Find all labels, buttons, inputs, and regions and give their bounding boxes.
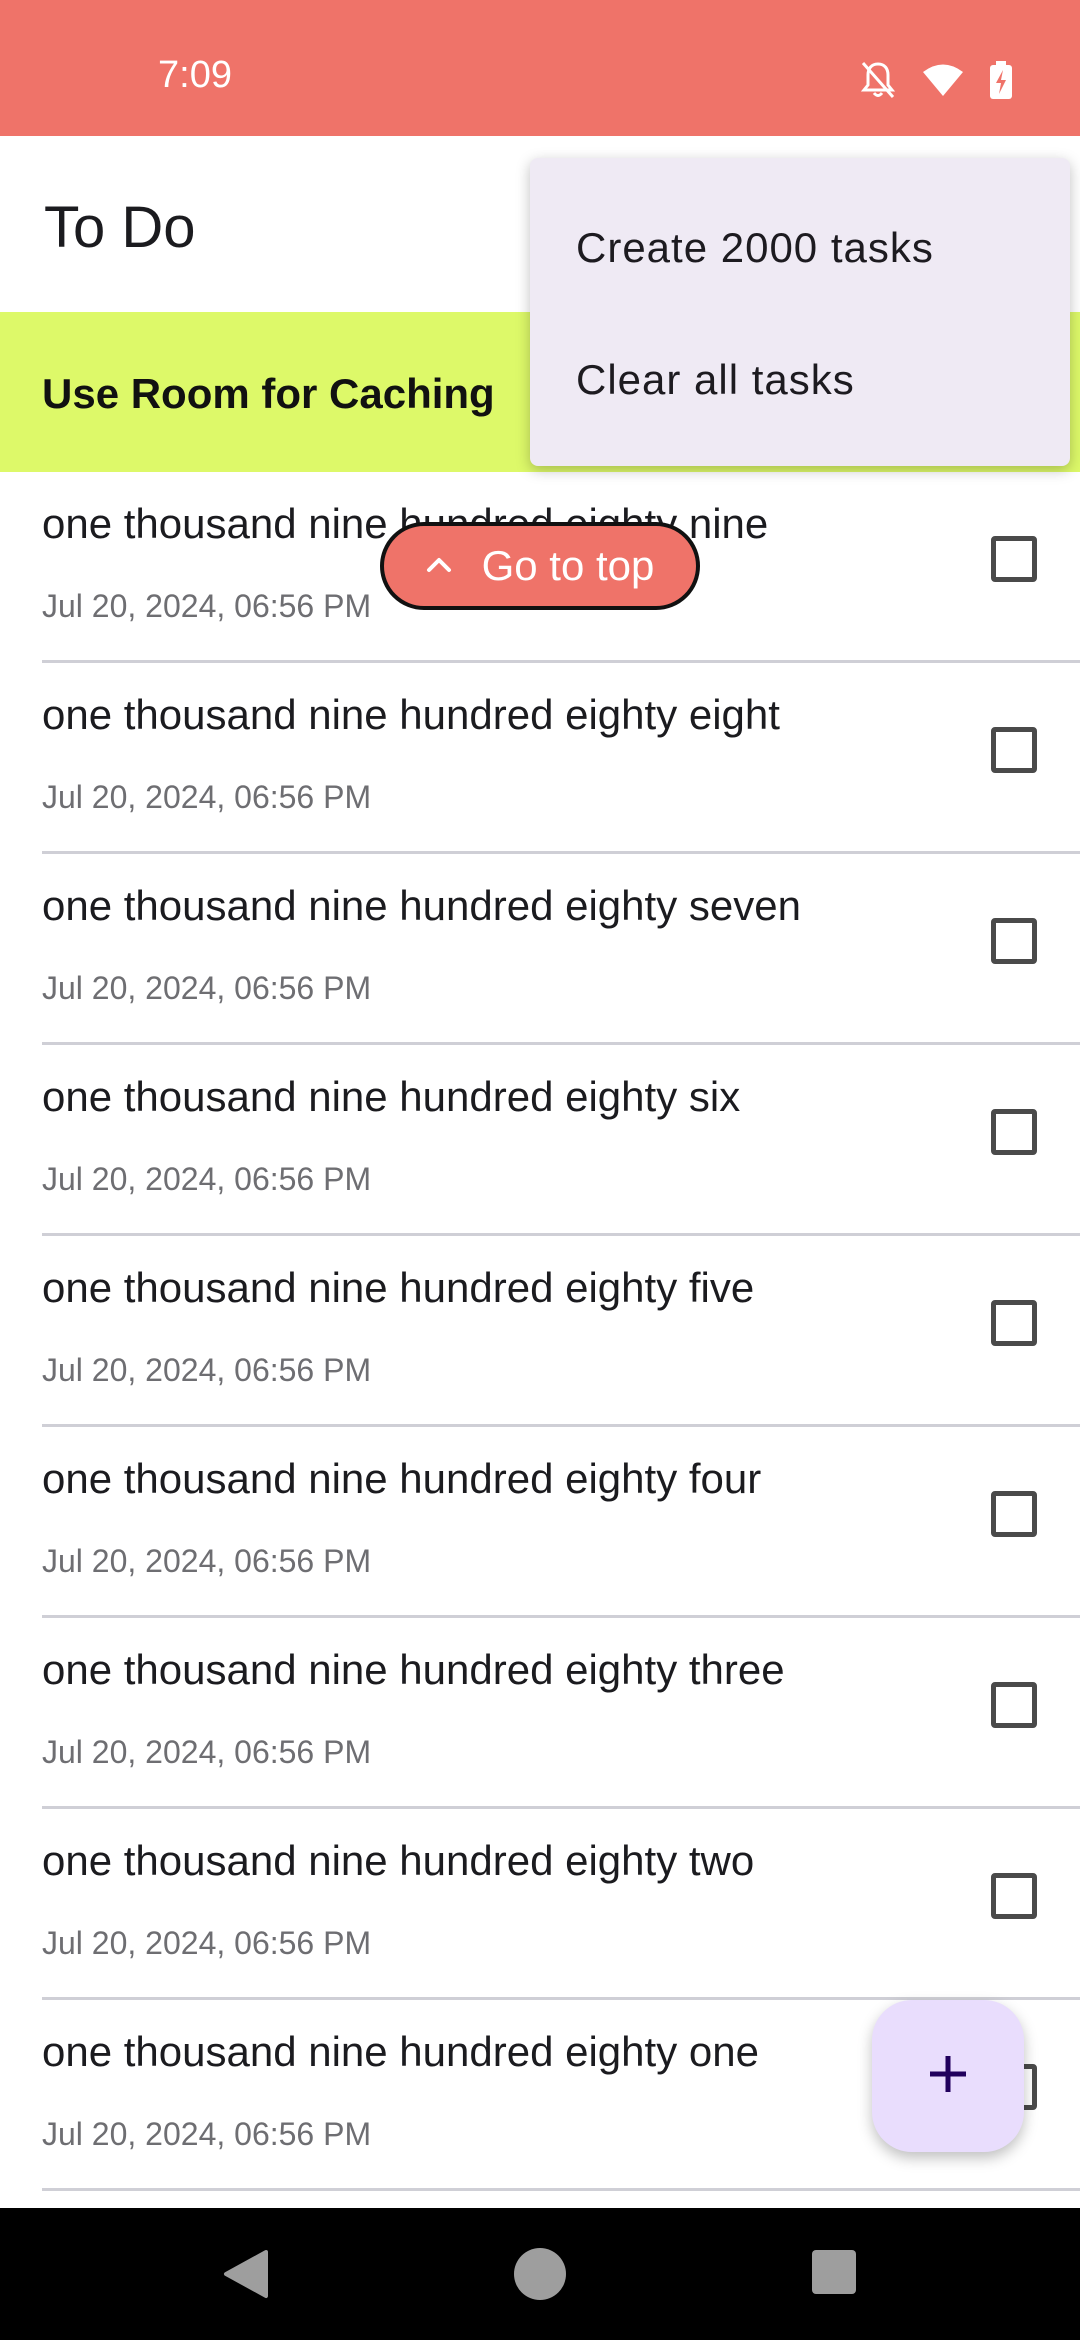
task-row[interactable]: one thousand nine hundred eighty five Ju…: [0, 1236, 1080, 1427]
task-checkbox[interactable]: [991, 1109, 1037, 1155]
chevron-up-icon: [426, 555, 452, 578]
task-checkbox[interactable]: [991, 1300, 1037, 1346]
task-date: Jul 20, 2024, 06:56 PM: [42, 1734, 372, 1770]
task-title: one thousand nine hundred eighty eight: [42, 691, 780, 738]
home-icon[interactable]: [514, 2248, 566, 2300]
task-title: one thousand nine hundred eighty three: [42, 1646, 785, 1693]
status-time: 7:09: [158, 54, 232, 96]
overflow-menu: Create 2000 tasks Clear all tasks: [530, 158, 1070, 466]
task-checkbox[interactable]: [991, 727, 1037, 773]
recents-icon[interactable]: [812, 2250, 856, 2294]
task-row[interactable]: one thousand nine hundred eighty four Ju…: [0, 1427, 1080, 1618]
go-to-top-label: Go to top: [481, 542, 655, 589]
task-date: Jul 20, 2024, 06:56 PM: [42, 2116, 372, 2152]
task-checkbox[interactable]: [991, 1682, 1037, 1728]
task-date: Jul 20, 2024, 06:56 PM: [42, 970, 372, 1006]
task-checkbox[interactable]: [991, 1873, 1037, 1919]
task-date: Jul 20, 2024, 06:56 PM: [42, 779, 372, 815]
add-task-button[interactable]: [872, 2000, 1024, 2152]
task-row[interactable]: one thousand nine hundred eighty two Jul…: [0, 1809, 1080, 2000]
task-title: one thousand nine hundred eighty six: [42, 1073, 741, 1120]
status-bar: 7:09: [0, 0, 1080, 136]
menu-item-create-tasks[interactable]: Create 2000 tasks: [576, 224, 934, 272]
wifi-icon: [922, 63, 964, 97]
task-row[interactable]: one thousand nine hundred eighty eight J…: [0, 663, 1080, 854]
task-title: one thousand nine hundred eighty two: [42, 1837, 755, 1884]
task-checkbox[interactable]: [991, 1491, 1037, 1537]
task-title: one thousand nine hundred eighty one: [42, 2028, 759, 2075]
task-date: Jul 20, 2024, 06:56 PM: [42, 1352, 372, 1388]
caching-banner-label: Use Room for Caching: [42, 370, 495, 417]
divider: [42, 2188, 1080, 2191]
task-title: one thousand nine hundred eighty seven: [42, 882, 801, 929]
menu-item-clear-tasks[interactable]: Clear all tasks: [576, 356, 855, 404]
task-list[interactable]: one thousand nine hundred eighty nine Ju…: [0, 472, 1080, 2191]
task-title: one thousand nine hundred eighty four: [42, 1455, 762, 1502]
page-title: To Do: [44, 195, 196, 260]
task-row[interactable]: one thousand nine hundred eighty six Jul…: [0, 1045, 1080, 1236]
task-date: Jul 20, 2024, 06:56 PM: [42, 1925, 372, 1961]
task-checkbox[interactable]: [991, 536, 1037, 582]
add-icon: [926, 2052, 970, 2101]
task-date: Jul 20, 2024, 06:56 PM: [42, 1543, 372, 1579]
back-icon[interactable]: [222, 2248, 268, 2305]
task-row[interactable]: one thousand nine hundred eighty three J…: [0, 1618, 1080, 1809]
notifications-off-icon: [860, 60, 896, 100]
status-icons: [860, 60, 1012, 100]
task-row[interactable]: one thousand nine hundred eighty seven J…: [0, 854, 1080, 1045]
task-title: one thousand nine hundred eighty five: [42, 1264, 755, 1311]
task-date: Jul 20, 2024, 06:56 PM: [42, 588, 372, 624]
battery-charging-icon: [990, 61, 1012, 99]
task-date: Jul 20, 2024, 06:56 PM: [42, 1161, 372, 1197]
navigation-bar: [0, 2208, 1080, 2340]
task-checkbox[interactable]: [991, 918, 1037, 964]
go-to-top-button[interactable]: Go to top: [380, 522, 700, 610]
